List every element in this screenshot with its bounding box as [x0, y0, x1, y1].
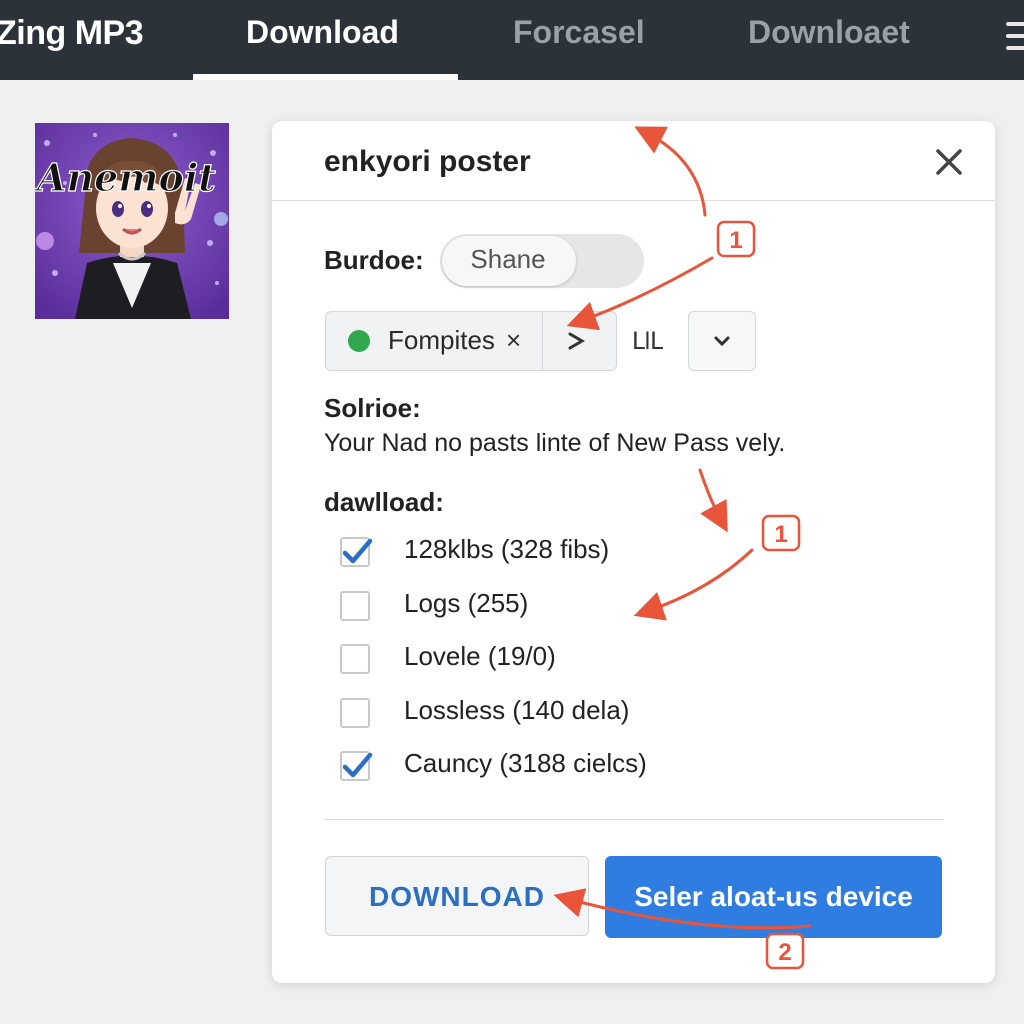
chip-label: Fompites	[388, 325, 495, 355]
status-dot-icon	[348, 330, 370, 352]
app-brand[interactable]: Zing MP3	[0, 14, 144, 53]
option-128kbps[interactable]: 128klbs (328 fibs)	[340, 534, 900, 574]
footer-divider	[324, 819, 944, 820]
option-cauncy[interactable]: Cauncy (3188 cielcs)	[340, 748, 900, 788]
option-lovele[interactable]: Lovele (19/0)	[340, 641, 900, 681]
toggle-value: Shane	[470, 244, 546, 274]
bundle-toggle[interactable]: Shane	[440, 234, 644, 288]
album-title-lettering: Anemoit	[35, 155, 216, 200]
source-description: Your Nad no pasts linte of New Pass vely…	[324, 429, 786, 457]
top-nav-bar: Zing MP3 Download Forcasel Downloaet	[0, 0, 1024, 80]
chip-divider	[542, 312, 543, 370]
favorites-chip-group[interactable]: Fompites ×	[325, 311, 617, 371]
checkmark-icon	[342, 752, 373, 778]
select-device-button[interactable]: Seler aloat-us device	[605, 856, 942, 938]
bundle-label: Burdoe:	[324, 245, 424, 275]
header-divider	[272, 200, 995, 201]
option-lossless[interactable]: Lossless (140 dela)	[340, 695, 900, 735]
checkbox-unchecked[interactable]	[340, 591, 370, 621]
active-tab-indicator	[193, 74, 458, 80]
option-label: Lossless (140 dela)	[404, 695, 630, 725]
tab-forcasel[interactable]: Forcasel	[513, 14, 645, 51]
option-label: Lovele (19/0)	[404, 641, 556, 671]
checkbox-checked[interactable]	[340, 537, 373, 567]
hamburger-menu-icon[interactable]	[1006, 22, 1024, 52]
close-icon[interactable]	[932, 145, 966, 179]
checkbox-unchecked[interactable]	[340, 644, 370, 674]
dialog-title: enkyori poster	[324, 145, 531, 178]
option-label: Cauncy (3188 cielcs)	[404, 748, 647, 778]
tab-download[interactable]: Download	[246, 14, 399, 51]
download-options-label: dawlload:	[324, 487, 444, 517]
option-logs[interactable]: Logs (255)	[340, 588, 900, 628]
option-label: 128klbs (328 fibs)	[404, 534, 610, 564]
options-dropdown[interactable]	[688, 311, 756, 371]
chip-remove-icon[interactable]: ×	[506, 325, 521, 356]
download-dialog: enkyori poster Burdoe: Shane Fompites × …	[272, 121, 995, 983]
album-art-illustration: Anemoit	[33, 123, 229, 319]
checkbox-checked[interactable]	[340, 751, 373, 781]
lil-label: ԼlԼ	[632, 328, 663, 355]
checkmark-icon	[342, 538, 373, 564]
album-art: Anemoit	[33, 123, 229, 319]
tab-downloaet[interactable]: Downloaet	[748, 14, 910, 51]
chevron-down-icon	[714, 336, 730, 347]
download-button[interactable]: DOWNLOAD	[325, 856, 589, 936]
source-label: Solrioe:	[324, 393, 421, 423]
option-label: Logs (255)	[404, 588, 529, 618]
checkbox-unchecked[interactable]	[340, 698, 370, 728]
chevron-right-icon[interactable]	[558, 324, 598, 358]
